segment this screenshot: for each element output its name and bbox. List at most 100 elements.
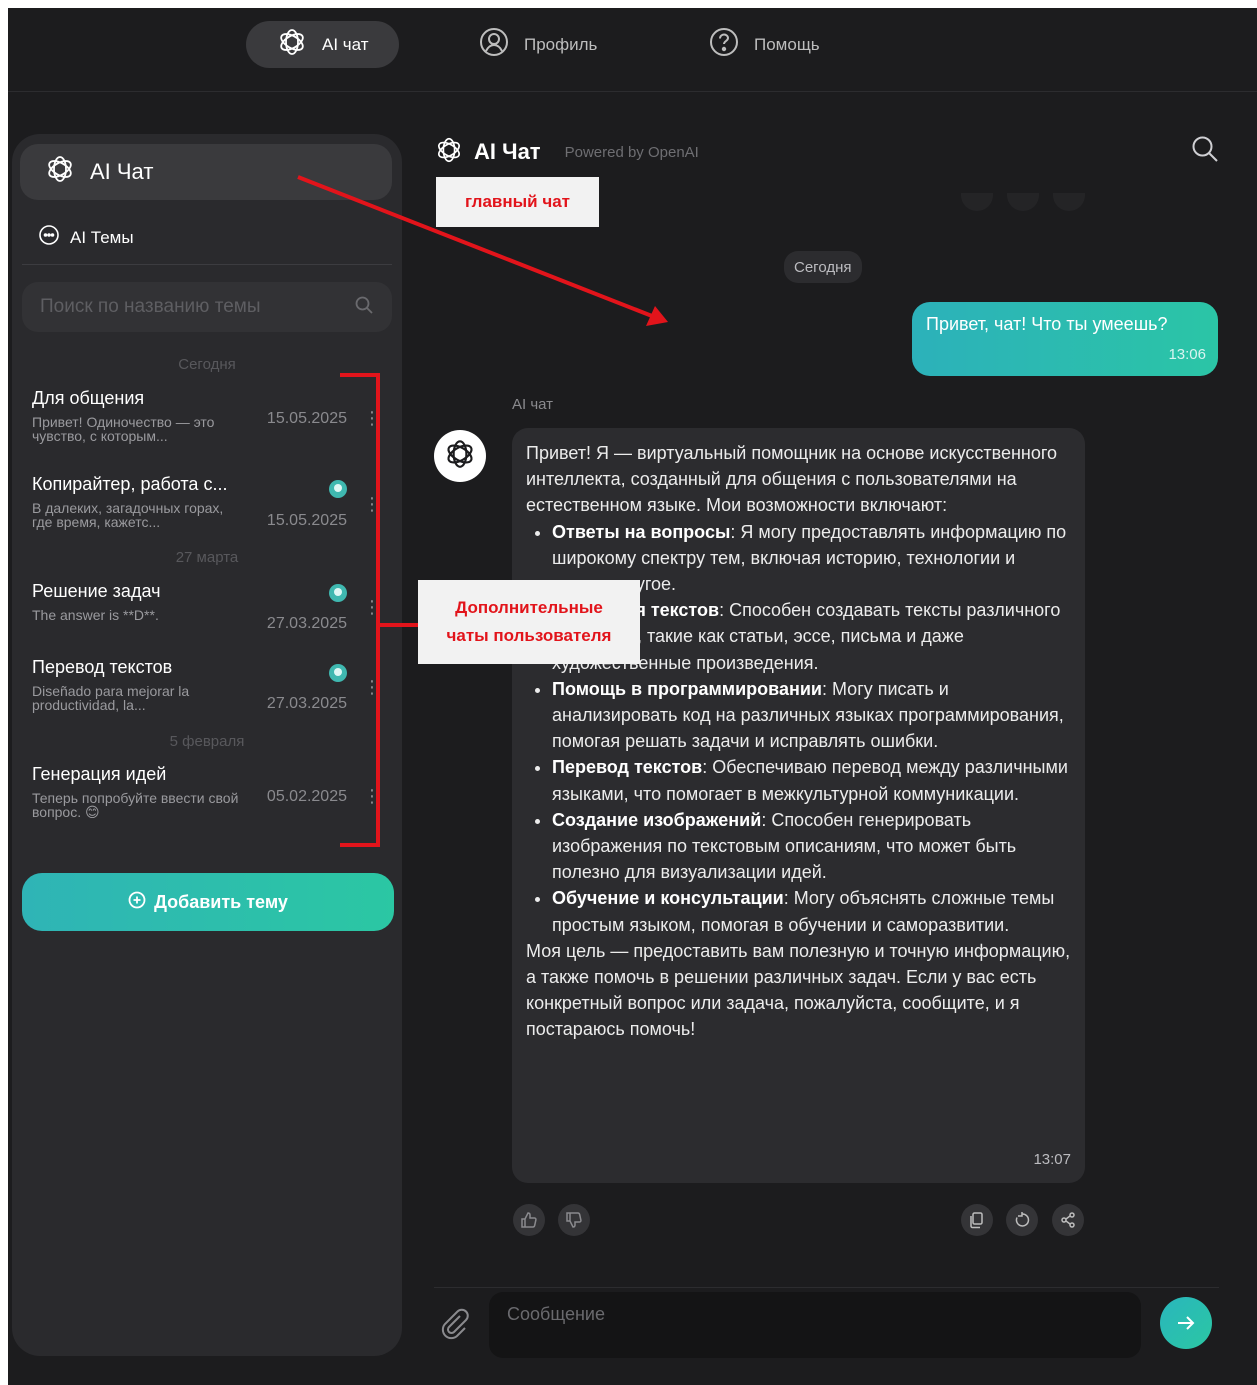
share-icon (1053, 193, 1085, 211)
list-item-heading: Ответы на вопросы (552, 521, 731, 542)
copy-icon (961, 193, 993, 211)
user-message: Привет, чат! Что ты умеешь? 13:06 (912, 302, 1218, 376)
copy-button[interactable] (961, 1204, 993, 1236)
thread-snippet: В далеких, загадочных горах, где время, … (32, 500, 224, 530)
sidebar-main-chat-label: AI Чат (90, 159, 154, 184)
nav-tab-help[interactable]: Помощь (708, 21, 820, 68)
date-separator: 27 марта (175, 549, 239, 566)
thread-title: Перевод текстов (32, 657, 173, 677)
chat-header: AI Чат Powered by OpenAI (434, 132, 1224, 172)
thread-item[interactable]: Перевод текстов Diseñado para mejorar la… (32, 657, 381, 713)
thread-date: 27.03.2025 (266, 695, 347, 712)
thread-date: 05.02.2025 (266, 788, 347, 805)
list-item: Обучение и консультации: Могу объяснять … (552, 885, 1071, 937)
thread-snippet: The answer is **D**. (32, 607, 159, 623)
message-time: 13:07 (1033, 1150, 1071, 1168)
paperclip-icon[interactable] (438, 1306, 472, 1340)
user-circle-icon (478, 26, 510, 63)
annotation-main-chat-label: главный чат (436, 177, 599, 227)
thread-item[interactable]: Генерация идей Теперь попробуйте ввести … (32, 764, 381, 820)
previous-message-actions (961, 193, 1085, 211)
list-item-heading: Создание изображений (552, 809, 762, 830)
topic-search-input[interactable] (40, 296, 354, 318)
list-item-heading: Перевод текстов (552, 757, 703, 778)
thread-item[interactable]: Решение задач The answer is **D**. 27.03… (32, 581, 381, 632)
bot-message: Привет! Я — виртуальный помощник на осно… (512, 428, 1085, 1183)
share-button[interactable] (1052, 1204, 1084, 1236)
more-vertical-icon[interactable]: ⋮ (363, 408, 381, 429)
app-window: AI чат Профиль Помощь AI Чат AI Темы Пои… (8, 8, 1257, 1385)
list-item-heading: Обучение и консультации (552, 888, 784, 909)
divider (434, 1287, 1219, 1288)
thread-title: Копирайтер, работа с... (32, 474, 228, 494)
list-item-heading: Помощь в программировании (552, 678, 822, 699)
sidebar: AI Чат AI Темы Сего (12, 134, 402, 1356)
copy-icon (970, 1212, 983, 1229)
nav-tab-label: Профиль (524, 34, 598, 54)
openai-badge-icon (329, 584, 347, 602)
more-vertical-icon[interactable]: ⋮ (363, 494, 381, 515)
more-vertical-icon[interactable]: ⋮ (363, 677, 381, 698)
search-icon[interactable] (1190, 134, 1224, 168)
openai-badge-icon (329, 664, 347, 682)
date-divider: Сегодня (784, 251, 862, 283)
chat-title: AI Чат (474, 139, 541, 164)
thumbs-down-icon (566, 1212, 582, 1228)
date-separator: Сегодня (178, 356, 236, 373)
share-icon (1061, 1212, 1075, 1228)
divider (22, 264, 392, 265)
chat-bubble-icon (38, 224, 60, 251)
openai-badge-icon (329, 480, 347, 498)
thread-item[interactable]: Для общения Привет! Одиночество — это чу… (32, 388, 381, 444)
refresh-icon (1015, 1212, 1030, 1227)
arrow-right-icon (1178, 1316, 1195, 1330)
nav-tab-ai-chat[interactable]: AI чат (246, 21, 399, 68)
message-composer (489, 1292, 1141, 1358)
add-topic-button[interactable]: Добавить тему (22, 873, 394, 931)
message-input[interactable] (507, 1304, 1123, 1346)
thread-item[interactable]: Копирайтер, работа с... В далеких, загад… (32, 474, 381, 530)
avatar (434, 430, 486, 482)
date-separator: 5 февраля (169, 733, 245, 750)
more-vertical-icon[interactable]: ⋮ (363, 786, 381, 807)
annotation-line: Дополнительные (455, 598, 603, 617)
thread-snippet: Привет! Одиночество — это чувство, с кот… (32, 414, 215, 444)
thread-snippet: Diseñado para mejorar la productividad, … (32, 683, 190, 713)
bot-name: AI чат (512, 396, 554, 413)
list-item: Перевод текстов: Обеспечиваю перевод меж… (552, 754, 1071, 806)
search-icon[interactable] (354, 295, 374, 320)
thread-title: Генерация идей (32, 764, 167, 784)
nav-tab-label: Помощь (754, 34, 820, 54)
nav-tab-profile[interactable]: Профиль (478, 21, 597, 68)
nav-tab-label: AI чат (322, 34, 369, 54)
openai-icon (443, 437, 477, 476)
thumbs-down-button[interactable] (558, 1204, 590, 1236)
thread-title: Для общения (32, 388, 145, 408)
openai-icon (434, 135, 464, 170)
openai-icon (276, 26, 308, 63)
message-time: 13:06 (1168, 346, 1206, 363)
bot-message-outro: Моя цель — предоставить вам полезную и т… (526, 940, 1071, 1040)
thread-snippet: Теперь попробуйте ввести свой вопрос. 😊 (32, 790, 239, 820)
thumbs-up-button[interactable] (513, 1204, 545, 1236)
sidebar-main-chat[interactable]: AI Чат (20, 144, 392, 200)
plus-circle-icon (128, 891, 146, 914)
add-topic-label: Добавить тему (154, 891, 288, 912)
send-button[interactable] (1160, 1297, 1212, 1349)
regenerate-button[interactable] (1006, 1204, 1038, 1236)
top-nav: AI чат Профиль Помощь (8, 8, 1257, 92)
annotation-extra-chats-label: Дополнительные чаты пользователя (418, 580, 640, 664)
annotation-line: чаты пользователя (446, 626, 612, 645)
list-item: Создание изображений: Способен генериров… (552, 807, 1071, 886)
bot-message-intro: Привет! Я — виртуальный помощник на осно… (526, 443, 1058, 516)
list-item: Помощь в программировании: Могу писать и… (552, 676, 1071, 755)
openai-icon (44, 153, 76, 191)
user-message-text: Привет, чат! Что ты умеешь? (926, 314, 1168, 334)
thread-title: Решение задач (32, 581, 161, 601)
thread-date: 15.05.2025 (266, 512, 347, 529)
topic-search (22, 282, 392, 332)
more-vertical-icon[interactable]: ⋮ (363, 597, 381, 618)
sidebar-topics[interactable]: AI Темы (38, 224, 134, 251)
refresh-icon (1007, 193, 1039, 211)
powered-by-label: Powered by OpenAI (564, 143, 699, 161)
